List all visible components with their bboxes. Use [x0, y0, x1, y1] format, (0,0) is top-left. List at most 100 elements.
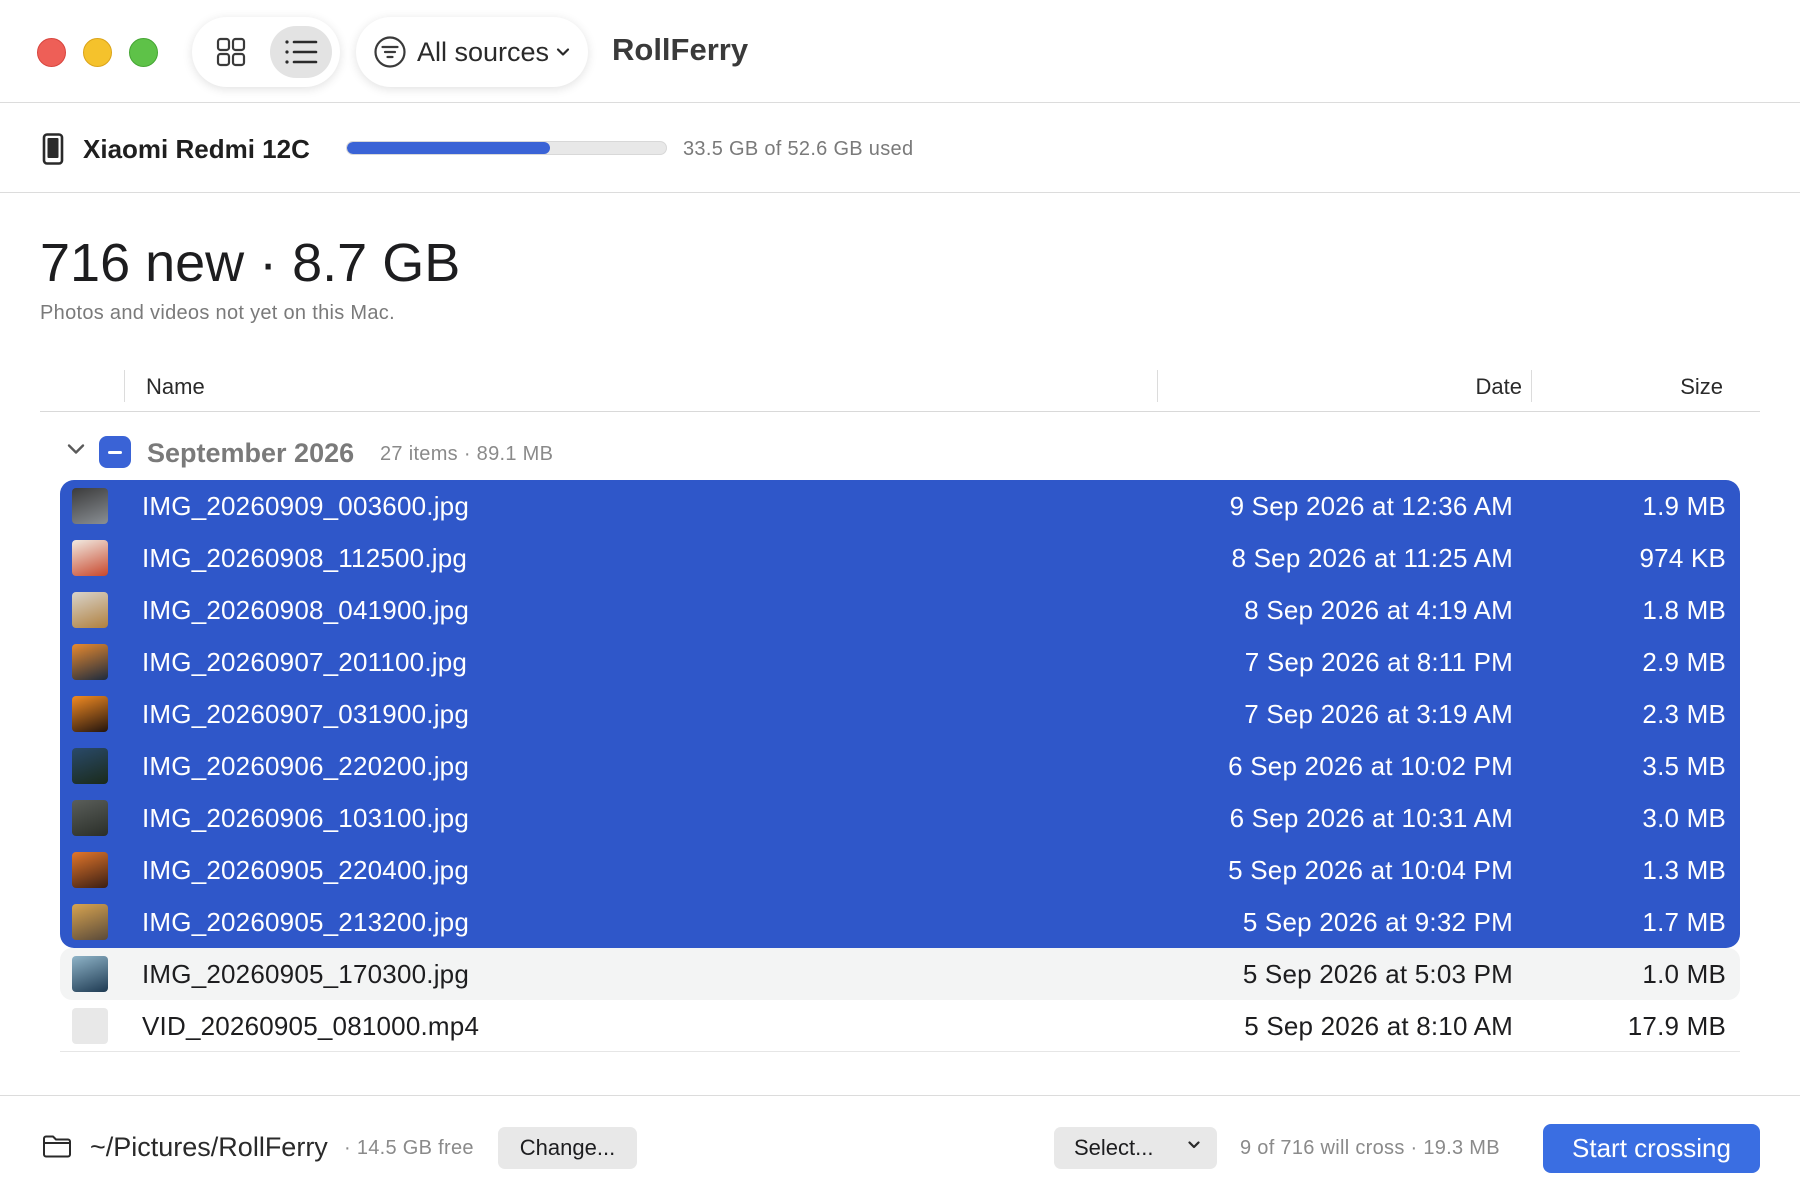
- file-row[interactable]: IMG_20260908_041900.jpg 8 Sep 2026 at 4:1…: [60, 584, 1740, 636]
- filter-icon: [374, 36, 406, 68]
- destination-free-space: · 14.5 GB free: [344, 1137, 474, 1159]
- file-thumbnail: [72, 540, 108, 576]
- column-divider: [124, 370, 125, 402]
- file-row[interactable]: IMG_20260905_220400.jpg 5 Sep 2026 at 10:…: [60, 844, 1740, 896]
- summary-subtitle: Photos and videos not yet on this Mac.: [40, 302, 395, 324]
- window-titlebar: All sources RollFerry: [0, 0, 1800, 103]
- source-filter-dropdown[interactable]: All sources: [356, 17, 588, 87]
- destination-path: ~/Pictures/RollFerry: [90, 1132, 328, 1162]
- list-icon: [285, 40, 318, 64]
- zoom-window-button[interactable]: [129, 38, 158, 67]
- file-size: 974 KB: [1639, 543, 1726, 573]
- group-select-checkbox[interactable]: [99, 436, 131, 468]
- file-row[interactable]: VID_20260905_081000.mp4 5 Sep 2026 at 8:1…: [60, 1000, 1740, 1052]
- mixed-state-dash: [108, 450, 122, 454]
- footer-bar: ~/Pictures/RollFerry · 14.5 GB free Chan…: [0, 1095, 1800, 1200]
- month-group-header: September 2026 27 items · 89.1 MB: [40, 430, 1760, 474]
- source-filter-label: All sources: [417, 36, 550, 67]
- chevron-down-icon: [1188, 1141, 1200, 1149]
- file-size: 2.3 MB: [1642, 699, 1726, 729]
- file-size: 1.9 MB: [1642, 491, 1726, 521]
- phone-icon: [42, 133, 64, 165]
- file-name: IMG_20260906_220200.jpg: [142, 751, 469, 781]
- file-size: 1.8 MB: [1642, 595, 1726, 625]
- list-view-button[interactable]: [270, 26, 332, 78]
- folder-icon: [43, 1135, 71, 1158]
- column-divider: [1531, 370, 1532, 402]
- new-items-summary: 716 new · 8.7 GB: [40, 233, 461, 293]
- file-name: IMG_20260905_220400.jpg: [142, 855, 469, 885]
- file-date: 5 Sep 2026 at 8:10 AM: [1244, 1011, 1513, 1041]
- view-mode-toggle: [192, 17, 340, 87]
- grid-view-button[interactable]: [200, 26, 262, 78]
- file-date: 7 Sep 2026 at 3:19 AM: [1244, 699, 1513, 729]
- file-size: 2.9 MB: [1642, 647, 1726, 677]
- column-header-date[interactable]: Date: [1476, 374, 1522, 400]
- file-name: IMG_20260909_003600.jpg: [142, 491, 469, 521]
- file-name: VID_20260905_081000.mp4: [142, 1011, 480, 1041]
- file-row[interactable]: IMG_20260908_112500.jpg 8 Sep 2026 at 11:…: [60, 532, 1740, 584]
- file-size: 1.0 MB: [1642, 959, 1726, 989]
- file-size: 1.3 MB: [1642, 855, 1726, 885]
- file-row[interactable]: IMG_20260905_213200.jpg 5 Sep 2026 at 9:3…: [60, 896, 1740, 948]
- storage-usage-text: 33.5 GB of 52.6 GB used: [683, 138, 914, 160]
- file-row[interactable]: IMG_20260909_003600.jpg 9 Sep 2026 at 12:…: [60, 480, 1740, 532]
- file-name: IMG_20260908_112500.jpg: [142, 543, 468, 573]
- file-name: IMG_20260908_041900.jpg: [142, 595, 469, 625]
- file-date: 6 Sep 2026 at 10:02 PM: [1228, 751, 1513, 781]
- file-row[interactable]: IMG_20260906_103100.jpg 6 Sep 2026 at 10:…: [60, 792, 1740, 844]
- file-size: 3.5 MB: [1642, 751, 1726, 781]
- app-title: RollFerry: [612, 32, 749, 67]
- file-name: IMG_20260905_213200.jpg: [142, 907, 469, 937]
- file-thumbnail: [72, 644, 108, 680]
- file-row[interactable]: IMG_20260906_220200.jpg 6 Sep 2026 at 10:…: [60, 740, 1740, 792]
- file-date: 6 Sep 2026 at 10:31 AM: [1229, 803, 1513, 833]
- file-size: 3.0 MB: [1642, 803, 1726, 833]
- chevron-down-icon: [556, 48, 570, 56]
- file-date: 5 Sep 2026 at 10:04 PM: [1228, 855, 1513, 885]
- file-row[interactable]: IMG_20260907_201100.jpg 7 Sep 2026 at 8:1…: [60, 636, 1740, 688]
- file-thumbnail: [72, 852, 108, 888]
- column-divider: [1157, 370, 1158, 402]
- file-thumbnail: [72, 1008, 108, 1044]
- column-header-size[interactable]: Size: [1680, 374, 1723, 400]
- file-date: 9 Sep 2026 at 12:36 AM: [1229, 491, 1513, 521]
- change-destination-button[interactable]: Change...: [498, 1127, 637, 1169]
- device-name: Xiaomi Redmi 12C: [83, 134, 310, 164]
- device-bar: Xiaomi Redmi 12C 33.5 GB of 52.6 GB used: [0, 103, 1800, 193]
- file-date: 8 Sep 2026 at 4:19 AM: [1244, 595, 1513, 625]
- storage-usage-fill: [347, 142, 551, 154]
- file-name: IMG_20260906_103100.jpg: [142, 803, 469, 833]
- group-title: September 2026: [147, 438, 355, 468]
- transfer-summary: 9 of 716 will cross · 19.3 MB: [1240, 1137, 1500, 1159]
- file-name: IMG_20260905_170300.jpg: [142, 959, 469, 989]
- chevron-down-icon[interactable]: [66, 442, 86, 456]
- file-row[interactable]: IMG_20260905_170300.jpg 5 Sep 2026 at 5:0…: [60, 948, 1740, 1000]
- table-header: Name Date Size: [40, 364, 1760, 412]
- column-header-name[interactable]: Name: [146, 374, 205, 400]
- file-date: 5 Sep 2026 at 9:32 PM: [1242, 907, 1513, 937]
- file-thumbnail: [72, 488, 108, 524]
- file-date: 7 Sep 2026 at 8:11 PM: [1244, 647, 1513, 677]
- start-crossing-button[interactable]: Start crossing: [1543, 1124, 1760, 1173]
- file-thumbnail: [72, 904, 108, 940]
- file-size: 1.7 MB: [1642, 907, 1726, 937]
- file-thumbnail: [72, 748, 108, 784]
- close-window-button[interactable]: [37, 38, 66, 67]
- file-thumbnail: [72, 956, 108, 992]
- file-row[interactable]: IMG_20260907_031900.jpg 7 Sep 2026 at 3:1…: [60, 688, 1740, 740]
- file-date: 5 Sep 2026 at 5:03 PM: [1242, 959, 1513, 989]
- file-thumbnail: [72, 800, 108, 836]
- select-dropdown-label: Select...: [1074, 1135, 1154, 1160]
- select-dropdown[interactable]: Select...: [1054, 1127, 1217, 1169]
- file-date: 8 Sep 2026 at 11:25 AM: [1231, 543, 1513, 573]
- file-name: IMG_20260907_031900.jpg: [142, 699, 469, 729]
- file-size: 17.9 MB: [1627, 1011, 1726, 1041]
- file-thumbnail: [72, 592, 108, 628]
- file-thumbnail: [72, 696, 108, 732]
- minimize-window-button[interactable]: [83, 38, 112, 67]
- grid-icon: [216, 37, 246, 67]
- group-meta: 27 items · 89.1 MB: [380, 443, 554, 465]
- file-name: IMG_20260907_201100.jpg: [142, 647, 468, 677]
- storage-usage-bar: [346, 141, 667, 155]
